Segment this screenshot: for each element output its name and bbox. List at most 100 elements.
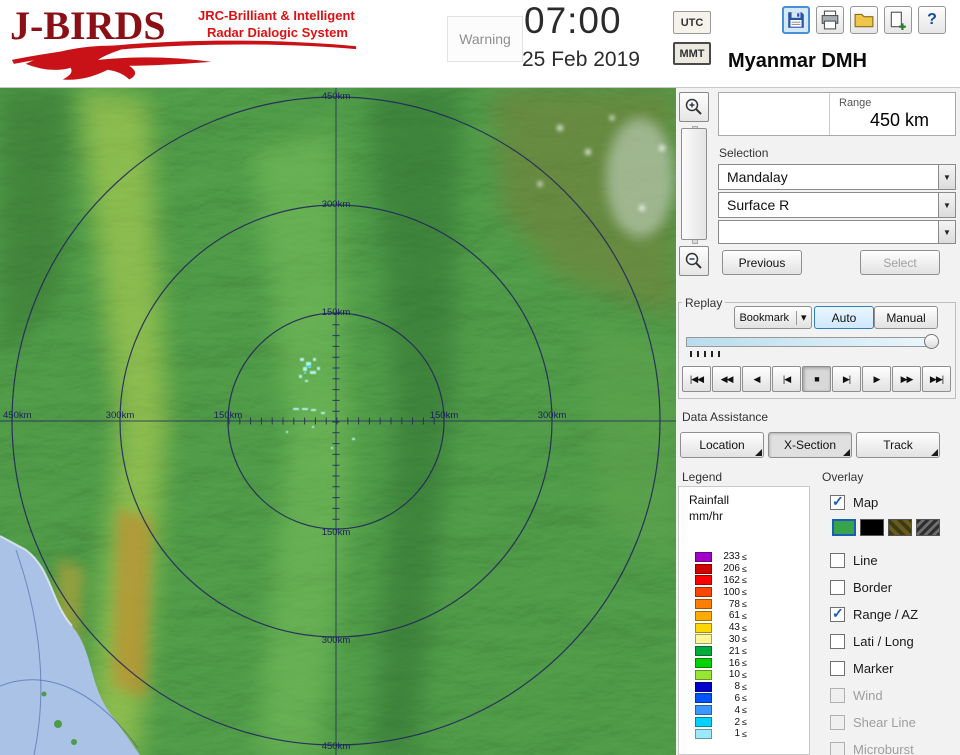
product-dropdown[interactable]: Surface R ▼ [718,192,956,218]
legend-row: 2 ≤ [695,716,747,728]
fast-rewind-button[interactable]: ◀◀ [712,366,741,392]
organization-name: Myanmar DMH [728,50,867,72]
save-button[interactable] [782,6,810,34]
overlay-item-shear-line: Shear Line [830,712,916,732]
fast-forward-button[interactable]: ▶▶ [892,366,921,392]
legend-operator: ≤ [742,693,747,704]
checkbox[interactable] [830,660,845,676]
checkbox[interactable] [830,633,845,649]
radar-map[interactable]: 450km 300km 150km 150km 300km 450km 450k… [0,88,676,755]
legend-operator: ≤ [742,587,747,598]
overlay-item-border[interactable]: Border [830,577,892,597]
jbirds-app: J-BIRDS JRC-Brilliant & Intelligent Rada… [0,0,960,755]
bookmark-button[interactable]: Bookmark ▾ [734,306,812,329]
map-style-hatch[interactable] [916,519,940,536]
legend-row: 10 ≤ [695,669,747,681]
chevron-down-icon[interactable]: ▼ [938,221,955,243]
legend-swatch [695,563,712,574]
warning-label: Warning [459,31,511,47]
legend-operator: ≤ [742,551,747,562]
skip-to-end-button[interactable]: ▶▶| [922,366,951,392]
track-button-label: Track [883,438,913,452]
chevron-down-icon[interactable]: ▼ [938,193,955,217]
step-back-button[interactable]: |◀ [772,366,801,392]
legend-title: Rainfall [689,493,730,507]
ring-label-150-left: 150km [214,410,243,421]
overlay-item-map[interactable]: Map [830,492,878,512]
secondary-dropdown[interactable]: ▼ [718,220,956,244]
ring-label-450-top: 450km [322,91,351,102]
legend-value: 30 [728,633,740,645]
mmt-button[interactable]: MMT [673,42,711,65]
ring-label-300-bottom: 300km [322,635,351,646]
site-dropdown[interactable]: Mandalay ▼ [718,164,956,190]
skip-to-start-button[interactable]: |◀◀ [682,366,711,392]
overlay-item-range-az[interactable]: Range / AZ [830,604,918,624]
ring-label-300-right: 300km [538,410,567,421]
play-button[interactable]: ▶ [862,366,891,392]
legend-row: 21 ≤ [695,645,747,657]
checkbox[interactable] [830,552,845,568]
chevron-down-icon[interactable]: ▼ [938,165,955,189]
legend-value: 6 [734,692,740,704]
overlay-item-lati-long[interactable]: Lati / Long [830,631,914,651]
legend-operator: ≤ [742,728,747,739]
legend-row: 233 ≤ [695,551,747,563]
checkbox [830,714,845,730]
legend-swatch [695,622,712,633]
clock-date: 25 Feb 2019 [522,48,640,71]
legend-operator: ≤ [742,599,747,610]
legend-operator: ≤ [742,717,747,728]
legend-value: 61 [728,610,740,622]
checkbox[interactable] [830,579,845,595]
help-button[interactable]: ? [918,6,946,34]
zoom-out-button[interactable] [679,246,709,276]
overlay-item-marker[interactable]: Marker [830,658,893,678]
map-style-camo[interactable] [888,519,912,536]
map-style-black[interactable] [860,519,884,536]
legend-value: 16 [728,657,740,669]
previous-button[interactable]: Previous [722,250,802,275]
overlay-options: Map Line Border Range / AZ Lati / Long M… [824,486,958,755]
legend-section-label: Legend [682,470,723,484]
legend-swatch [695,587,712,598]
timeline-slider-handle[interactable] [924,334,939,349]
legend-row: 43 ≤ [695,622,747,634]
stop-button[interactable]: ■ [802,366,831,392]
print-icon [821,10,839,30]
track-button[interactable]: Track [856,432,940,458]
x-section-button[interactable]: X-Section [768,432,852,458]
replay-timeline-slider[interactable] [686,337,932,347]
checkbox[interactable] [830,605,845,622]
checkbox[interactable] [830,493,845,510]
legend-value: 233 [723,551,740,563]
overlay-item-label: Microburst [853,741,914,755]
legend-row: 16 ≤ [695,657,747,669]
ring-label-150-bottom: 150km [322,527,351,538]
radar-map-display[interactable]: 450km 300km 150km 150km 300km 450km 450k… [0,88,676,755]
new-document-button[interactable] [884,6,912,34]
location-button[interactable]: Location [680,432,764,458]
map-style-swatches [832,519,940,536]
zoom-out-icon [685,252,702,269]
auto-mode-button[interactable]: Auto [814,306,874,329]
zoom-in-button[interactable] [679,92,709,122]
play-backward-button[interactable]: ◀ [742,366,771,392]
logo-subtitle-1: JRC-Brilliant & Intelligent [198,8,355,23]
overlay-item-label: Shear Line [853,714,916,730]
utc-button[interactable]: UTC [673,11,711,34]
map-style-terrain[interactable] [832,519,856,536]
zoom-slider-thumb[interactable] [681,128,707,240]
open-folder-button[interactable] [850,6,878,34]
open-folder-icon [854,13,874,28]
print-button[interactable] [816,6,844,34]
ring-label-300-left: 300km [106,410,135,421]
data-assistance-label: Data Assistance [682,410,769,424]
overlay-item-line[interactable]: Line [830,550,878,570]
manual-mode-button[interactable]: Manual [874,306,938,329]
step-forward-button[interactable]: ▶| [832,366,861,392]
playback-controls: |◀◀ ◀◀ ◀ |◀ ■ ▶| ▶ ▶▶ ▶▶| [682,366,951,392]
overlay-item-label: Line [853,552,878,568]
select-button[interactable]: Select [860,250,940,275]
range-label: Range [839,97,872,109]
